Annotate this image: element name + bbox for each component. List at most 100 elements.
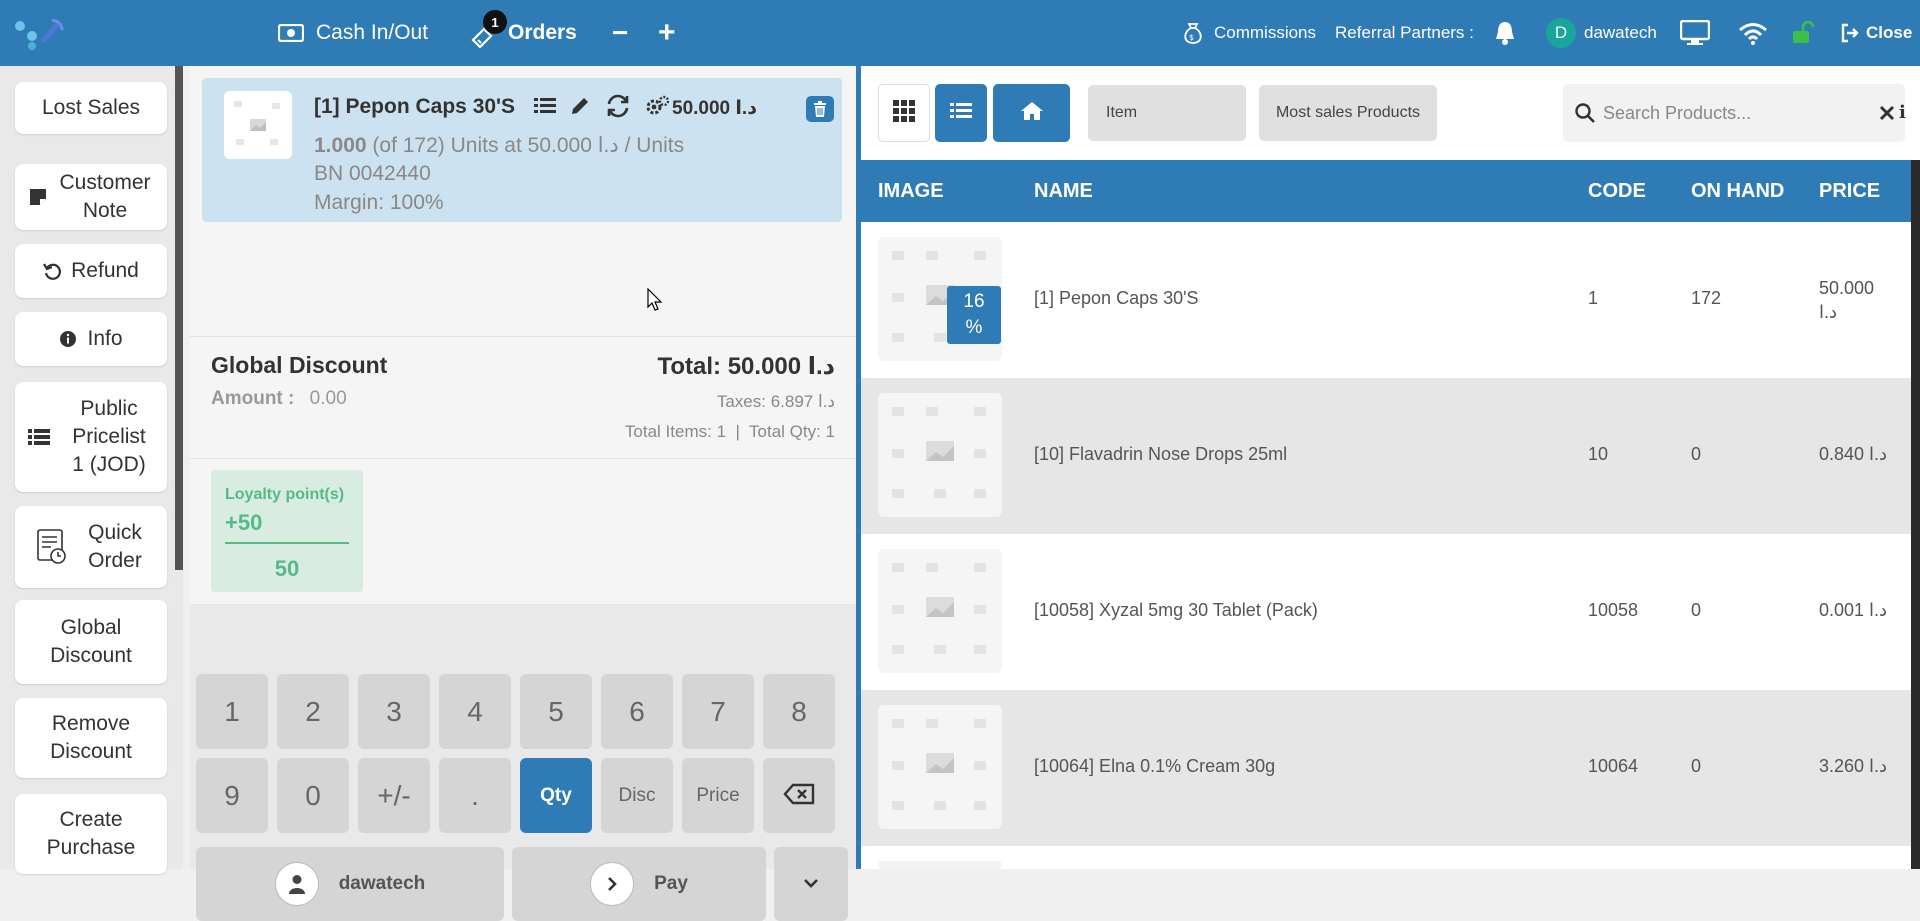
remove-discount-button[interactable]: Remove Discount xyxy=(15,698,167,778)
table-scrollbar[interactable] xyxy=(1911,160,1920,869)
product-code: 10058 xyxy=(1588,600,1639,620)
list-view-button[interactable] xyxy=(935,84,987,142)
search-input[interactable] xyxy=(1603,84,1863,142)
product-on-hand: 172 xyxy=(1691,288,1722,308)
home-category-button[interactable] xyxy=(993,84,1070,142)
user-avatar: D xyxy=(1546,18,1576,48)
product-search: i xyxy=(1563,84,1906,142)
product-image xyxy=(878,861,1002,869)
numpad-key-9[interactable]: 9 xyxy=(196,758,268,833)
customer-note-button[interactable]: Customer Note xyxy=(15,164,167,230)
order-line-tools xyxy=(534,92,670,125)
add-order-button[interactable]: + xyxy=(658,0,676,66)
close-button[interactable]: Close xyxy=(1840,0,1912,66)
numpad-key-dot[interactable]: . xyxy=(439,758,511,833)
table-row[interactable]: [10058] Xyzal 5mg 30 Tablet (Pack) 10058… xyxy=(861,534,1911,690)
list-icon[interactable] xyxy=(534,97,556,120)
product-image xyxy=(878,549,1002,673)
gears-icon[interactable] xyxy=(646,95,670,122)
top-bar: Cash In/Out 1 Orders − + $ Commissions R… xyxy=(0,0,1920,66)
product-price: 0.001 د.ا xyxy=(1819,600,1888,620)
customer-name: dawatech xyxy=(338,873,426,894)
svg-text:$: $ xyxy=(1189,33,1194,42)
wifi-icon xyxy=(1738,0,1768,66)
numpad-key-6[interactable]: 6 xyxy=(601,674,673,749)
more-options-button[interactable] xyxy=(774,847,848,921)
pricelist-button[interactable]: Public Pricelist 1 (JOD) xyxy=(15,382,167,492)
order-line-title: [1] Pepon Caps 30'S xyxy=(314,95,516,118)
user-menu[interactable]: D dawatech xyxy=(1546,0,1657,66)
remove-order-button[interactable]: − xyxy=(612,0,628,66)
product-screen: Item Most sales Products i IMAGE NAME CO… xyxy=(861,66,1920,869)
table-row[interactable]: [10] Flavadrin Nose Drops 25ml 10 0 0.84… xyxy=(861,378,1911,534)
pencil-icon[interactable] xyxy=(570,96,590,121)
numpad-key-plus-minus[interactable]: +/- xyxy=(358,758,430,833)
discount-amount: Amount : 0.00 xyxy=(211,388,347,410)
column-name[interactable]: NAME xyxy=(1034,180,1093,203)
quick-order-button[interactable]: Quick Order xyxy=(15,506,167,588)
pay-button[interactable]: Pay xyxy=(512,847,766,921)
product-thumbnail xyxy=(224,91,292,159)
orders-count-badge: 1 xyxy=(483,10,507,34)
column-price[interactable]: PRICE xyxy=(1819,180,1880,203)
order-line-selected[interactable]: [1] Pepon Caps 30'S 50.000 د.ا 1.000 (of… xyxy=(202,78,842,222)
product-code: 10 xyxy=(1588,444,1609,464)
breadcrumb-most-sales[interactable]: Most sales Products xyxy=(1259,85,1437,141)
table-row[interactable]: [10064] Elna 0.1% Cream 30g 10064 0 3.26… xyxy=(861,690,1911,846)
product-name: [10064] Elna 0.1% Cream 30g xyxy=(1034,756,1276,776)
breadcrumb-item[interactable]: Item xyxy=(1088,85,1246,141)
product-on-hand: 0 xyxy=(1691,444,1702,464)
sticky-note-icon xyxy=(29,188,47,206)
product-image xyxy=(878,705,1002,829)
mode-qty-button[interactable]: Qty xyxy=(520,758,592,833)
orders-label: Orders xyxy=(508,21,577,44)
discount-amount-label: Amount : xyxy=(211,388,295,409)
mode-disc-button[interactable]: Disc xyxy=(601,758,673,833)
info-icon[interactable]: i xyxy=(1899,102,1906,123)
numpad-key-4[interactable]: 4 xyxy=(439,674,511,749)
clipboard-clock-icon xyxy=(37,529,67,565)
product-name: [10058] Xyzal 5mg 30 Tablet (Pack) xyxy=(1034,600,1318,620)
order-line-qty-row: 1.000 (of 172) Units at 50.000 د.ا / Uni… xyxy=(314,133,684,158)
product-code: 10064 xyxy=(1588,756,1639,776)
numpad-key-1[interactable]: 1 xyxy=(196,674,268,749)
grid-view-button[interactable] xyxy=(878,84,930,142)
close-label: Close xyxy=(1866,23,1913,42)
customer-button[interactable]: dawatech xyxy=(196,847,504,921)
numpad-key-7[interactable]: 7 xyxy=(682,674,754,749)
global-discount-button[interactable]: Global Discount xyxy=(15,600,167,684)
numpad-key-0[interactable]: 0 xyxy=(277,758,349,833)
numpad-key-2[interactable]: 2 xyxy=(277,674,349,749)
column-code[interactable]: CODE xyxy=(1588,180,1646,203)
referral-partners-label[interactable]: Referral Partners : xyxy=(1335,0,1474,66)
commissions-button[interactable]: $ Commissions xyxy=(1180,0,1316,66)
user-name: dawatech xyxy=(1584,23,1657,42)
pay-label: Pay xyxy=(654,873,688,894)
table-row[interactable] xyxy=(861,846,1911,869)
product-on-hand: 0 xyxy=(1691,756,1702,776)
column-on-hand[interactable]: ON HAND xyxy=(1691,180,1784,203)
cash-in-out-button[interactable]: Cash In/Out xyxy=(278,0,428,66)
clear-search-icon[interactable] xyxy=(1879,105,1895,126)
unlock-icon[interactable] xyxy=(1791,0,1815,66)
notifications-bell-icon[interactable] xyxy=(1493,0,1517,66)
column-divider xyxy=(175,66,183,570)
lost-sales-button[interactable]: Lost Sales xyxy=(15,82,167,134)
numpad-key-5[interactable]: 5 xyxy=(520,674,592,749)
monitor-icon[interactable] xyxy=(1680,0,1710,66)
refund-button[interactable]: Refund xyxy=(15,244,167,298)
loyalty-divider xyxy=(225,542,349,544)
orders-button[interactable]: 1 Orders xyxy=(470,0,577,66)
loyalty-points-card: Loyalty point(s) +50 50 xyxy=(211,470,363,592)
mouse-cursor-icon xyxy=(647,287,663,317)
info-button[interactable]: Info xyxy=(15,312,167,366)
create-purchase-button[interactable]: Create Purchase xyxy=(15,794,167,874)
trash-icon[interactable] xyxy=(806,96,834,122)
mode-price-button[interactable]: Price xyxy=(682,758,754,833)
sync-icon[interactable] xyxy=(604,92,632,125)
table-row[interactable]: 16 % [1] Pepon Caps 30'S 1 172 50.000 د.… xyxy=(861,222,1911,378)
numpad-key-3[interactable]: 3 xyxy=(358,674,430,749)
backspace-button[interactable] xyxy=(763,758,835,833)
product-code: 1 xyxy=(1588,288,1599,308)
numpad-key-8[interactable]: 8 xyxy=(763,674,835,749)
